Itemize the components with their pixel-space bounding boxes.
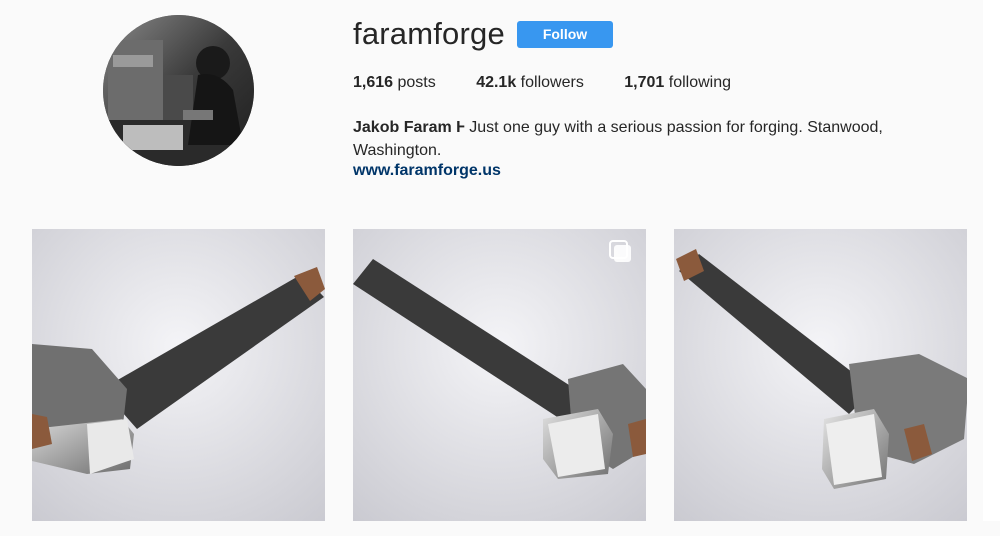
- profile-stats: 1,616 posts 42.1k followers 1,701 follow…: [353, 74, 767, 92]
- hammer-photo: [353, 229, 646, 521]
- profile-bio: Jakob Faram Ⱶ Just one guy with a seriou…: [353, 116, 933, 162]
- posts-stat: 1,616 posts: [353, 74, 436, 92]
- posts-label: posts: [393, 74, 436, 91]
- profile-website-link[interactable]: www.faramforge.us: [353, 162, 501, 180]
- posts-count: 1,616: [353, 74, 394, 91]
- following-stat[interactable]: 1,701 following: [624, 74, 731, 92]
- hammer-photo: [32, 229, 325, 521]
- bio-glyph: Ⱶ: [456, 119, 465, 136]
- post-thumbnail[interactable]: [32, 229, 325, 521]
- followers-count: 42.1k: [476, 74, 517, 91]
- multiple-photos-icon: [609, 240, 631, 262]
- following-count: 1,701: [624, 74, 665, 91]
- profile-username: faramforge: [353, 16, 505, 51]
- hammer-photo: [674, 229, 967, 521]
- page-right-margin: [983, 0, 1000, 536]
- followers-label: followers: [516, 74, 584, 91]
- followers-stat[interactable]: 42.1k followers: [476, 74, 584, 92]
- post-thumbnail[interactable]: [353, 229, 646, 521]
- post-thumbnail[interactable]: [674, 229, 967, 521]
- profile-avatar[interactable]: [103, 15, 254, 166]
- bio-name: Jakob Faram: [353, 119, 457, 136]
- page-bottom-margin: [0, 521, 1000, 536]
- following-label: following: [664, 74, 732, 91]
- follow-button[interactable]: Follow: [517, 21, 613, 48]
